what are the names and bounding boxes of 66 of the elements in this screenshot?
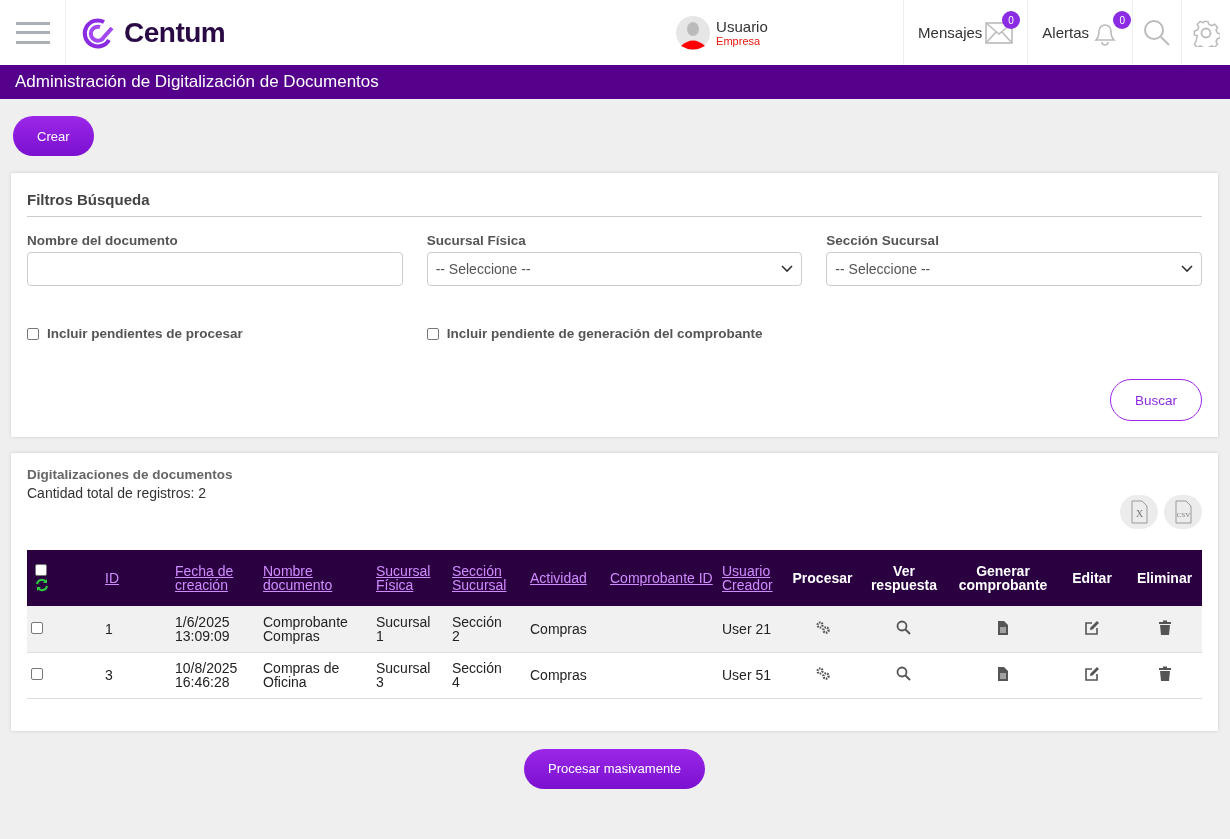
search-icon[interactable] [896, 619, 912, 636]
dropdown-value: -- Seleccione -- [435, 261, 531, 277]
select-all-checkbox[interactable] [35, 564, 47, 576]
panel-title: Filtros Búsqueda [27, 189, 1202, 217]
table-cell: Compras de Oficina [263, 660, 340, 690]
header-link-label[interactable]: Alertas [1042, 24, 1089, 41]
brand-name: Centum [124, 16, 226, 49]
header-link-label[interactable]: Mensajes [918, 24, 983, 41]
table-cell: Sucursal 3 [376, 660, 431, 690]
edit-icon[interactable] [1084, 666, 1100, 682]
dropdown-field[interactable]: -- Seleccione -- [426, 252, 803, 286]
text-field[interactable] [27, 252, 403, 286]
dropdown-value: -- Seleccione -- [835, 261, 931, 277]
create-button[interactable]: Crear [13, 116, 94, 156]
table-cell: Comprobante Compras [263, 613, 348, 644]
table-cell: User 51 [722, 667, 772, 683]
user-name: Usuario [716, 18, 768, 35]
column-sort-link[interactable]: ID [105, 571, 119, 585]
row-checkbox[interactable] [31, 668, 43, 680]
search-icon[interactable] [896, 666, 912, 682]
table-cell: 1 [105, 620, 113, 637]
export-button[interactable]: X [1120, 495, 1158, 529]
field-label: Sucursal Física [426, 233, 527, 248]
column-header: Generar comprobante [949, 550, 1057, 606]
checkbox[interactable] [27, 327, 39, 340]
checkbox-label: Incluir pendiente de generación del comprobante [446, 326, 763, 341]
column-header: Ver respuesta [859, 550, 949, 606]
table-cell: Sucursal 1 [376, 613, 431, 644]
count-badge: 0 [1113, 11, 1132, 29]
document-icon[interactable] [995, 619, 1011, 636]
dropdown-field[interactable]: -- Seleccione -- [826, 252, 1202, 286]
checkbox-label: Incluir pendientes de procesar [47, 326, 243, 341]
table-cell: Compras [530, 620, 587, 637]
table-cell: Sección 4 [452, 660, 502, 690]
field-label: Nombre del documento [27, 233, 179, 248]
column-header: Editar [1057, 550, 1127, 606]
table-cell: 3 [105, 667, 113, 683]
table-cell: 10/8/2025 16:46:28 [175, 660, 238, 690]
company-name: Empresa [716, 35, 762, 47]
record-count: Cantidad total de registros: 2 [27, 485, 207, 501]
bulk-process-button[interactable]: Procesar masivamente [524, 748, 705, 789]
table-cell: Sección 2 [452, 613, 502, 644]
edit-icon[interactable] [1084, 619, 1100, 636]
column-sort-link[interactable]: Actividad [530, 571, 587, 585]
trash-icon[interactable] [1156, 666, 1173, 682]
panel-title: Digitalizaciones de documentos [27, 467, 234, 482]
count-badge: 0 [1002, 11, 1021, 29]
avatar-icon [676, 15, 711, 50]
chevron-down-icon [781, 265, 794, 273]
table-cell: Compras [530, 667, 587, 683]
table-cell: User 21 [722, 620, 772, 637]
column-header: Procesar [786, 550, 859, 606]
table-cell: 1/6/2025 13:09:09 [175, 613, 230, 644]
gears-icon[interactable] [814, 666, 831, 682]
checkbox[interactable] [426, 327, 439, 340]
trash-icon[interactable] [1156, 619, 1173, 636]
row-checkbox[interactable] [31, 621, 43, 634]
gears-icon[interactable] [814, 619, 831, 636]
document-icon[interactable] [995, 666, 1011, 682]
column-header: Eliminar [1127, 550, 1202, 606]
refresh-icon[interactable] [35, 578, 49, 592]
search-button[interactable]: Buscar [1109, 379, 1202, 421]
page-title: Administración de Digitalización de Documentos [0, 65, 1230, 99]
field-label: Sección Sucursal [826, 233, 940, 248]
spreadsheet-file-icon: X [1128, 500, 1150, 524]
chevron-down-icon [1181, 265, 1193, 273]
